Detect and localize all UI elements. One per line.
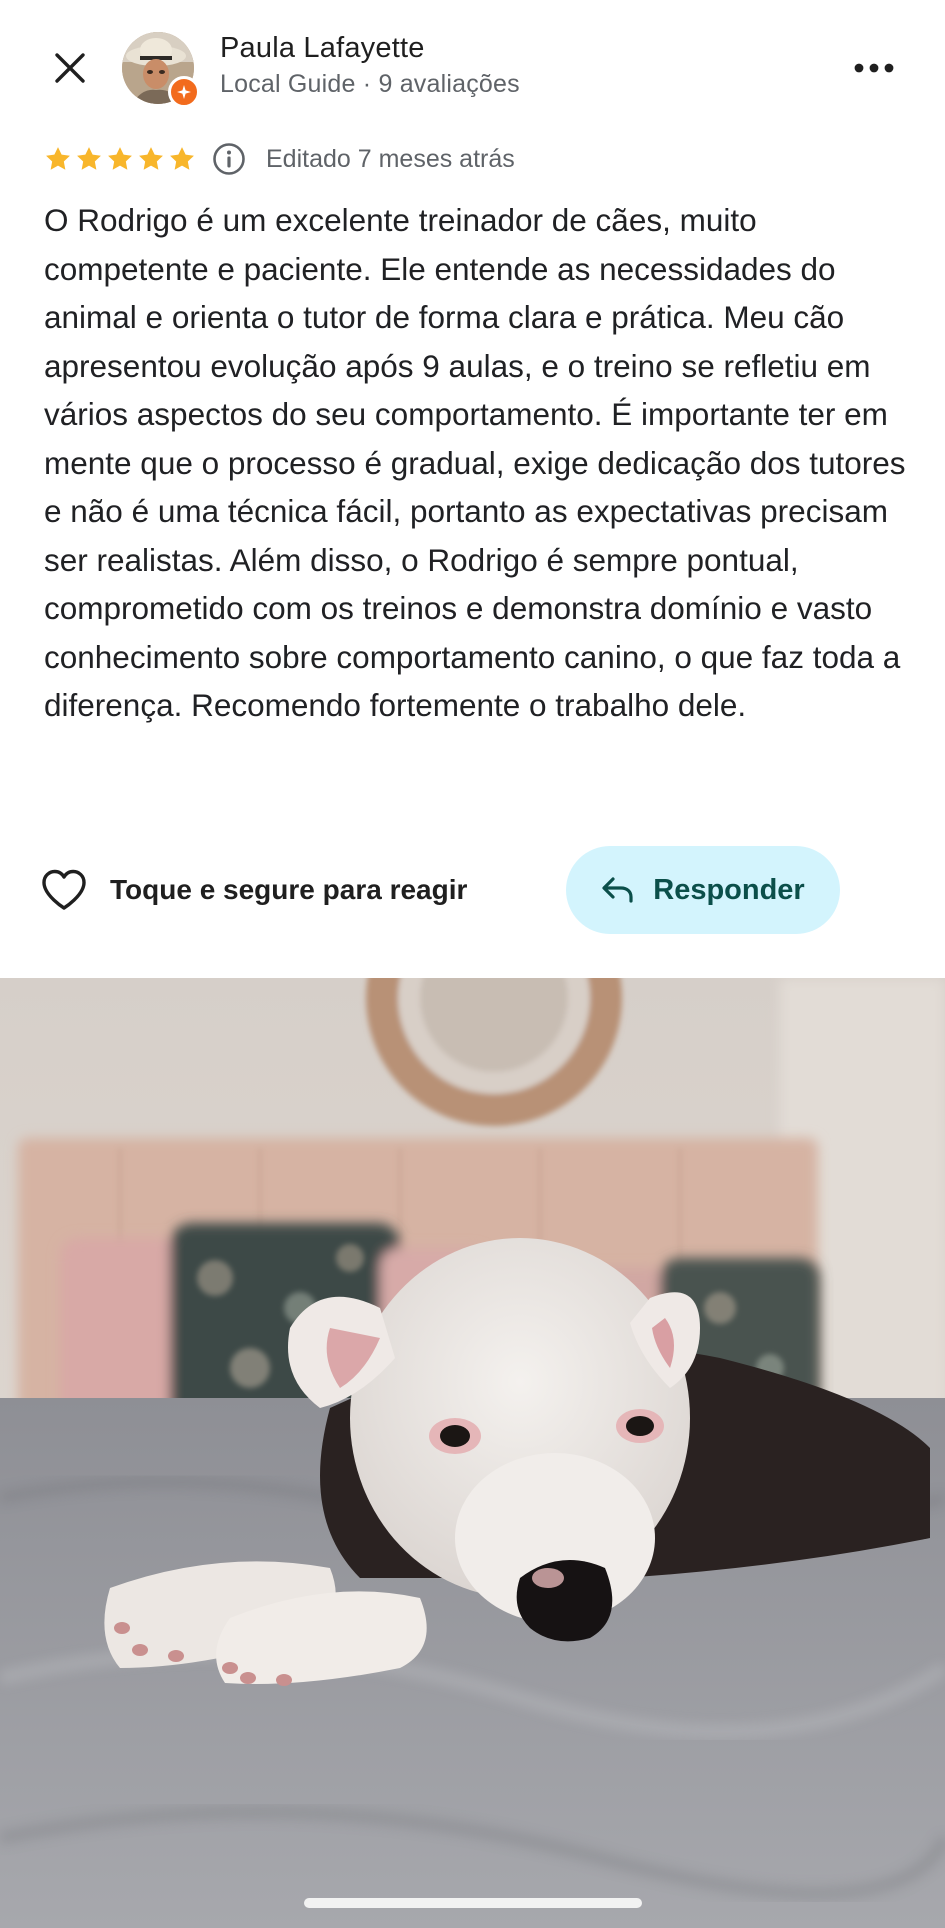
review-header: Paula Lafayette Local Guide · 9 avaliaçõ… <box>0 0 945 136</box>
close-icon <box>55 53 85 83</box>
reply-button[interactable]: Responder <box>566 846 840 934</box>
more-options-button[interactable] <box>846 44 902 92</box>
review-text: O Rodrigo é um excelente treinador de cã… <box>44 202 906 723</box>
rating-row: Editado 7 meses atrás <box>44 136 515 182</box>
reviewer-name[interactable]: Paula Lafayette <box>220 32 425 65</box>
star-rating <box>44 145 196 173</box>
reviewer-meta: Local Guide · 9 avaliações <box>220 70 520 98</box>
star-icon <box>108 147 132 170</box>
local-guide-badge-icon <box>168 76 200 108</box>
info-icon[interactable] <box>212 142 246 176</box>
close-button[interactable] <box>40 38 100 98</box>
home-indicator[interactable] <box>304 1898 642 1908</box>
reply-label: Responder <box>653 873 805 906</box>
star-icon <box>139 147 163 170</box>
react-button[interactable]: Toque e segure para reagir <box>40 862 467 918</box>
react-label: Toque e segure para reagir <box>110 874 468 905</box>
review-photo[interactable] <box>0 978 945 1928</box>
star-icon <box>77 147 101 170</box>
edited-timestamp: Editado 7 meses atrás <box>266 144 515 173</box>
star-icon <box>46 147 70 170</box>
reply-arrow-icon <box>602 877 633 903</box>
review-detail-page: Paula Lafayette Local Guide · 9 avaliaçõ… <box>0 0 945 1928</box>
star-icon <box>170 147 194 170</box>
reviewer-avatar[interactable] <box>122 32 200 108</box>
more-options-icon <box>854 63 894 73</box>
heart-outline-icon <box>42 869 86 910</box>
